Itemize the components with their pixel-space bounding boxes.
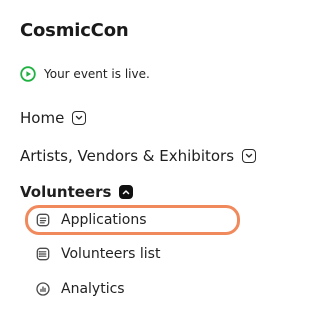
subnav-item-label: Applications: [61, 212, 147, 228]
nav-item-artists-vendors-exhibitors[interactable]: Artists, Vendors & Exhibitors: [20, 147, 257, 165]
nav-item-volunteers-label: Volunteers: [20, 183, 112, 201]
list-icon: [35, 246, 51, 262]
event-status: Your event is live.: [20, 66, 150, 82]
subnav-item-label: Volunteers list: [61, 246, 161, 262]
nav-item-artists-label: Artists, Vendors & Exhibitors: [20, 147, 235, 165]
event-status-text: Your event is live.: [44, 67, 150, 81]
document-icon: [35, 212, 51, 228]
subnav-item-label: Analytics: [61, 281, 125, 297]
chevron-down-icon[interactable]: [72, 111, 87, 125]
subnav-item-analytics[interactable]: Analytics: [25, 274, 240, 304]
nav-item-home[interactable]: Home: [20, 109, 87, 127]
volunteer-app-sidebar: CosmicCon Your event is live. Home Artis…: [0, 0, 266, 314]
subnav-item-applications[interactable]: Applications: [25, 205, 240, 235]
subnav-item-volunteers-list[interactable]: Volunteers list: [25, 239, 240, 269]
chevron-up-icon[interactable]: [119, 185, 134, 199]
chevron-down-icon[interactable]: [242, 149, 257, 163]
play-circle-icon: [20, 66, 36, 82]
nav-item-volunteers[interactable]: Volunteers: [20, 183, 134, 201]
analytics-icon: [35, 281, 51, 297]
nav-item-home-label: Home: [20, 109, 65, 127]
app-title: CosmicCon: [20, 20, 129, 41]
